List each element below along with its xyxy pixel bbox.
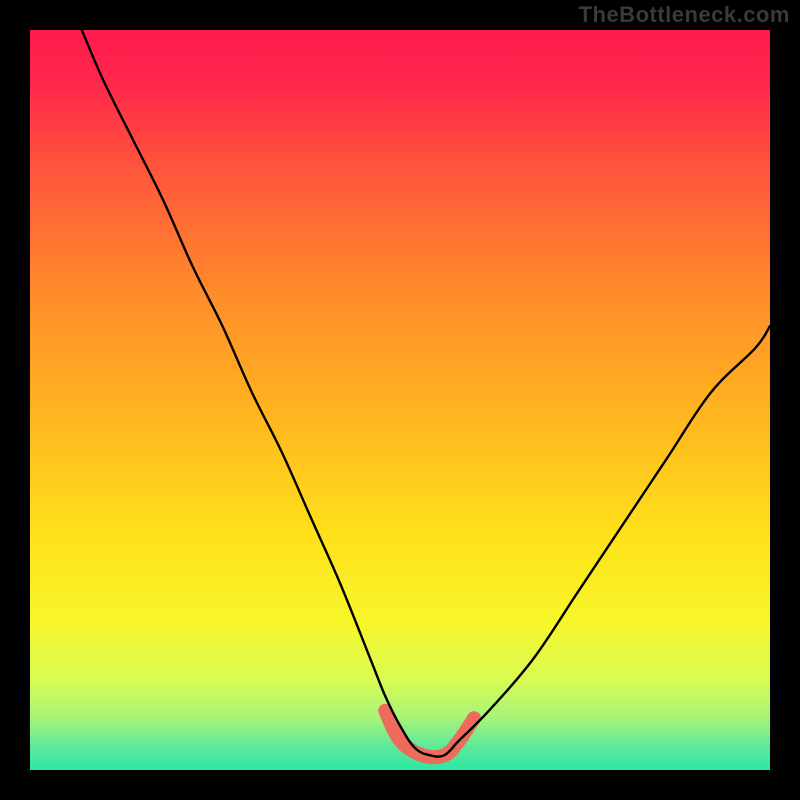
chart-frame: TheBottleneck.com <box>0 0 800 800</box>
plot-background <box>30 30 770 770</box>
watermark-text: TheBottleneck.com <box>579 2 790 28</box>
chart-plot <box>30 30 770 770</box>
